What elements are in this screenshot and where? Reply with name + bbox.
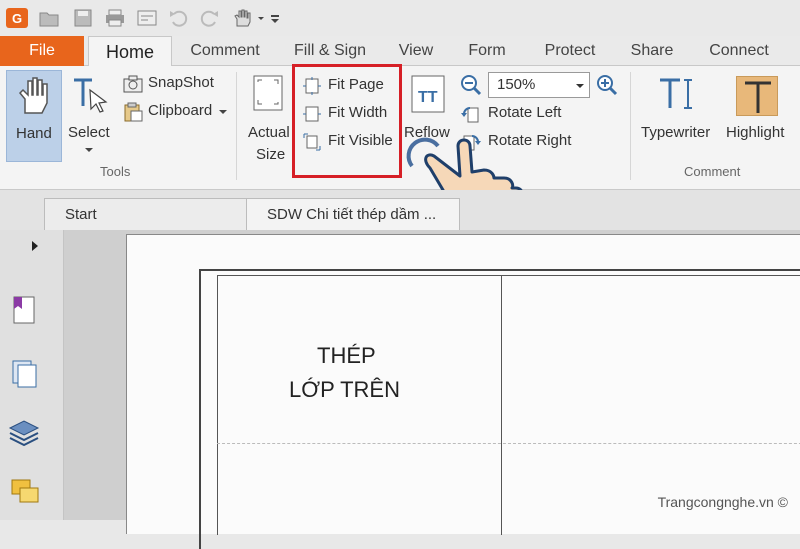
zoom-value: 150%: [497, 76, 536, 93]
customize-icon[interactable]: [268, 8, 282, 28]
actual-size-button[interactable]: Actual Size: [244, 70, 292, 163]
typewriter-label: Typewriter: [641, 124, 711, 141]
undo-icon[interactable]: [168, 8, 190, 28]
expand-panel-icon[interactable]: [30, 240, 40, 252]
group-separator: [630, 72, 631, 180]
select-text-icon: [74, 78, 108, 113]
hand-button[interactable]: Hand: [6, 70, 62, 162]
hand-label: Hand: [16, 125, 52, 142]
ribbon-tab-bar: File Home Comment Fill & Sign View Form …: [0, 36, 800, 67]
group-separator: [236, 72, 237, 180]
hand-icon: [18, 77, 48, 114]
pages-icon[interactable]: [10, 358, 40, 390]
tools-group-label: Tools: [100, 164, 131, 179]
app-logo-icon[interactable]: G: [6, 8, 28, 28]
select-label: Select: [68, 124, 110, 141]
reflow-icon: TT: [411, 75, 445, 113]
table-row-line: [217, 443, 800, 444]
zoom-in-icon[interactable]: [596, 74, 618, 96]
print-icon[interactable]: [104, 8, 126, 28]
redo-icon[interactable]: [198, 8, 220, 28]
pdf-page: THÉP LỚP TRÊN: [126, 234, 800, 549]
typewriter-button[interactable]: Typewriter: [638, 70, 720, 142]
doc-tab-start[interactable]: Start: [44, 198, 250, 230]
highlight-box: [292, 64, 402, 178]
zoom-dropdown-icon: [576, 84, 584, 88]
tab-view[interactable]: View: [390, 36, 442, 66]
document-tab-bar: Start SDW Chi tiết thép dầm ...: [0, 190, 800, 230]
tab-form[interactable]: Form: [458, 36, 516, 66]
hand-dropdown-icon[interactable]: [232, 8, 266, 28]
snapshot-button[interactable]: SnapShot: [120, 72, 230, 96]
clipboard-button[interactable]: Clipboard: [120, 100, 232, 124]
comments-icon[interactable]: [10, 478, 40, 508]
clipboard-dropdown-icon: [219, 110, 227, 114]
tab-file[interactable]: File: [0, 36, 84, 66]
quick-access-toolbar: G: [0, 0, 800, 36]
navigation-panel: [0, 230, 64, 520]
clipboard-icon: [124, 102, 143, 122]
save-icon[interactable]: [72, 8, 94, 28]
svg-text:G: G: [12, 11, 22, 26]
open-icon[interactable]: [38, 8, 60, 28]
typewriter-icon: [660, 78, 692, 109]
table-divider: [501, 275, 502, 535]
rotate-left-label: Rotate Left: [488, 104, 562, 121]
doc-tab-sdw[interactable]: SDW Chi tiết thép dầm ...: [246, 198, 460, 230]
clipboard-label: Clipboard: [148, 102, 213, 119]
zoom-out-icon[interactable]: [460, 74, 482, 96]
select-dropdown-icon: [85, 148, 93, 152]
select-button[interactable]: Select: [64, 70, 116, 162]
document-viewer[interactable]: THÉP LỚP TRÊN Trangcongnghe.vn ©: [64, 230, 800, 549]
tab-comment[interactable]: Comment: [180, 36, 270, 66]
watermark: Trangcongnghe.vn ©: [657, 494, 788, 510]
highlight-label: Highlight: [726, 124, 785, 141]
snapshot-label: SnapShot: [148, 74, 214, 91]
tab-connect[interactable]: Connect: [700, 36, 778, 66]
actual-size-label-line1: Actual: [248, 124, 290, 141]
highlight-icon: [736, 76, 778, 116]
window-icon[interactable]: [136, 8, 158, 28]
doc-text-line2: LỚP TRÊN: [289, 377, 400, 402]
layers-icon[interactable]: [8, 418, 40, 448]
camera-icon: [123, 75, 143, 93]
tab-protect[interactable]: Protect: [534, 36, 606, 66]
tab-home[interactable]: Home: [88, 36, 172, 67]
rotate-left-icon: [461, 107, 479, 123]
actual-size-label-line2: Size: [256, 146, 286, 163]
comment-group-label: Comment: [684, 164, 741, 179]
highlight-button[interactable]: Highlight: [724, 70, 792, 142]
bookmark-icon[interactable]: [10, 294, 38, 326]
svg-text:TT: TT: [418, 89, 438, 106]
tab-share[interactable]: Share: [622, 36, 682, 66]
actual-size-icon: [253, 75, 283, 111]
zoom-select[interactable]: 150%: [488, 72, 590, 98]
doc-text-line1: THÉP: [317, 343, 376, 368]
tab-fill-sign[interactable]: Fill & Sign: [284, 36, 376, 66]
rotate-left-button[interactable]: Rotate Left: [458, 102, 588, 126]
